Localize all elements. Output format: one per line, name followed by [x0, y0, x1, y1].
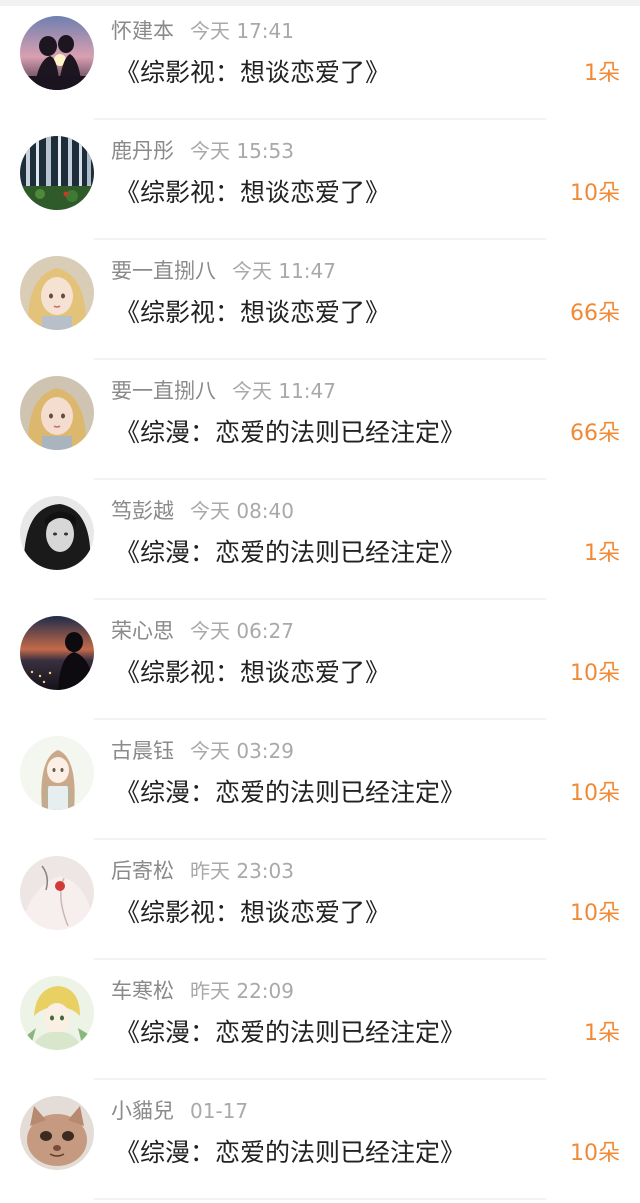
cat-avatar-icon[interactable] — [20, 1096, 94, 1170]
book-title[interactable]: 《综影视：想谈恋爱了》 — [115, 295, 390, 331]
gift-time: 今天 08:40 — [190, 499, 294, 523]
gift-time: 今天 15:53 — [190, 139, 294, 163]
list-item[interactable]: 怀建本 今天 17:41 《综影视：想谈恋爱了》 1朵 — [0, 0, 640, 120]
sender-name-text: 车寒松 — [111, 979, 174, 1003]
flower-amount: 10朵 — [570, 901, 620, 926]
book-title[interactable]: 《综影视：想谈恋爱了》 — [115, 55, 390, 91]
sender-name: 古晨钰 今天 03:29 — [111, 736, 294, 766]
list-item[interactable]: 车寒松 昨天 22:09 《综漫：恋爱的法则已经注定》 1朵 — [0, 960, 640, 1080]
gift-time: 昨天 23:03 — [190, 859, 294, 883]
sender-name: 鹿丹彤 今天 15:53 — [111, 136, 294, 166]
sender-name-text: 要一直捌八 — [111, 379, 216, 403]
flower-amount: 1朵 — [584, 541, 620, 566]
anime-girl-avatar-icon[interactable] — [20, 256, 94, 330]
list-item[interactable]: 鹿丹彤 今天 15:53 《综影视：想谈恋爱了》 10朵 — [0, 120, 640, 240]
sender-name-text: 后寄松 — [111, 859, 174, 883]
sender-name-text: 怀建本 — [111, 19, 174, 43]
sender-name: 笃彭越 今天 08:40 — [111, 496, 294, 526]
book-title[interactable]: 《综漫：恋爱的法则已经注定》 — [115, 415, 465, 451]
gift-time: 今天 11:47 — [232, 259, 336, 283]
pale-figure-avatar-icon[interactable] — [20, 856, 94, 930]
book-title[interactable]: 《综漫：恋爱的法则已经注定》 — [115, 1015, 465, 1051]
dark-hair-girl-avatar-icon[interactable] — [20, 496, 94, 570]
list-item[interactable]: 笃彭越 今天 08:40 《综漫：恋爱的法则已经注定》 1朵 — [0, 480, 640, 600]
flower-amount: 66朵 — [570, 301, 620, 326]
book-title[interactable]: 《综影视：想谈恋爱了》 — [115, 655, 390, 691]
list-item[interactable]: 要一直捌八 今天 11:47 《综漫：恋爱的法则已经注定》 66朵 — [0, 360, 640, 480]
flower-amount: 1朵 — [584, 61, 620, 86]
gift-time: 今天 06:27 — [190, 619, 294, 643]
gift-time: 今天 17:41 — [190, 19, 294, 43]
list-item[interactable]: 荣心思 今天 06:27 《综影视：想谈恋爱了》 10朵 — [0, 600, 640, 720]
flower-amount: 10朵 — [570, 781, 620, 806]
list-item[interactable]: 后寄松 昨天 23:03 《综影视：想谈恋爱了》 10朵 — [0, 840, 640, 960]
gift-time: 今天 03:29 — [190, 739, 294, 763]
book-title[interactable]: 《综影视：想谈恋爱了》 — [115, 895, 390, 931]
anime-girl-avatar-icon[interactable] — [20, 376, 94, 450]
sender-name: 车寒松 昨天 22:09 — [111, 976, 294, 1006]
couple-sunset-avatar-icon[interactable] — [20, 16, 94, 90]
sender-name: 小貓兒 01-17 — [111, 1096, 248, 1126]
book-title[interactable]: 《综漫：恋爱的法则已经注定》 — [115, 535, 465, 571]
sender-name-text: 要一直捌八 — [111, 259, 216, 283]
book-title[interactable]: 《综影视：想谈恋爱了》 — [115, 175, 390, 211]
sender-name-text: 古晨钰 — [111, 739, 174, 763]
gift-time: 今天 11:47 — [232, 379, 336, 403]
sender-name: 要一直捌八 今天 11:47 — [111, 376, 336, 406]
list-item[interactable]: 古晨钰 今天 03:29 《综漫：恋爱的法则已经注定》 10朵 — [0, 720, 640, 840]
sender-name: 荣心思 今天 06:27 — [111, 616, 294, 646]
gift-time: 01-17 — [190, 1099, 249, 1123]
sender-name-text: 鹿丹彤 — [111, 139, 174, 163]
book-title[interactable]: 《综漫：恋爱的法则已经注定》 — [115, 775, 465, 811]
sender-name: 后寄松 昨天 23:03 — [111, 856, 294, 886]
sender-name-text: 笃彭越 — [111, 499, 174, 523]
list-item[interactable]: 小貓兒 01-17 《综漫：恋爱的法则已经注定》 10朵 — [0, 1080, 640, 1200]
forest-avatar-icon[interactable] — [20, 136, 94, 210]
flower-amount: 10朵 — [570, 1141, 620, 1166]
anime-blond-avatar-icon[interactable] — [20, 976, 94, 1050]
sender-name: 怀建本 今天 17:41 — [111, 16, 294, 46]
sketch-girl-avatar-icon[interactable] — [20, 736, 94, 810]
sender-name: 要一直捌八 今天 11:47 — [111, 256, 336, 286]
divider — [94, 1198, 546, 1200]
flower-amount: 66朵 — [570, 421, 620, 446]
night-city-avatar-icon[interactable] — [20, 616, 94, 690]
list-item[interactable]: 要一直捌八 今天 11:47 《综影视：想谈恋爱了》 66朵 — [0, 240, 640, 360]
flower-amount: 1朵 — [584, 1021, 620, 1046]
flower-amount: 10朵 — [570, 661, 620, 686]
gift-time: 昨天 22:09 — [190, 979, 294, 1003]
sender-name-text: 小貓兒 — [111, 1099, 174, 1123]
flower-amount: 10朵 — [570, 181, 620, 206]
book-title[interactable]: 《综漫：恋爱的法则已经注定》 — [115, 1135, 465, 1171]
sender-name-text: 荣心思 — [111, 619, 174, 643]
